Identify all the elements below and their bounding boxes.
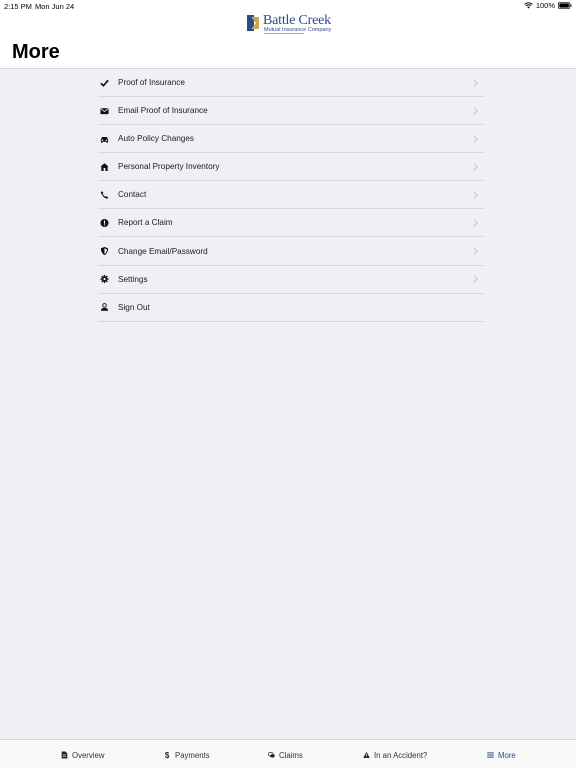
menu-item-label: Email Proof of Insurance [118, 106, 208, 116]
wifi-icon [524, 2, 533, 9]
menu-item-label: Report a Claim [118, 218, 173, 228]
status-time: 2:15 PM [4, 2, 32, 11]
more-menu-list: Proof of Insurance Email Proof of Insura… [98, 69, 484, 322]
brand-tagline-line [264, 33, 304, 34]
brand-subtitle: Mutual Insurance Company [264, 26, 332, 33]
menu-item-label: Proof of Insurance [118, 78, 185, 87]
menu-item-auto-policy-changes[interactable]: Auto Policy Changes [98, 125, 484, 154]
dollar-icon: $ [165, 751, 170, 759]
tab-label: In an Accident? [374, 750, 428, 760]
bottom-tab-bar: Overview $ Payments Claims In an Acciden… [0, 739, 576, 768]
chevron-right-icon [473, 219, 478, 227]
phone-icon [100, 190, 109, 199]
menu-item-contact[interactable]: Contact [98, 181, 484, 210]
tab-label: More [498, 750, 516, 760]
menu-item-label: Settings [118, 274, 148, 284]
page-title: More [12, 41, 60, 63]
battery-percent: 100% [535, 1, 555, 10]
status-date: Mon Jun 24 [35, 2, 75, 11]
menu-item-label: Sign Out [118, 302, 150, 312]
brand-logo: Battle Creek Mutual Insurance Company [246, 13, 332, 36]
checkmark-icon [100, 78, 109, 87]
menu-lines-icon [487, 752, 494, 758]
chevron-right-icon [473, 106, 478, 115]
house-icon [100, 162, 109, 171]
menu-item-label: Change Email/Password [118, 246, 208, 256]
menu-item-label: Contact [118, 190, 147, 200]
document-icon [61, 751, 68, 759]
status-indicators: 100% [524, 1, 572, 10]
menu-item-label: Personal Property Inventory [118, 162, 220, 172]
tab-in-an-accident[interactable]: In an Accident? [363, 749, 427, 761]
chevron-right-icon [473, 247, 478, 255]
logo-mark-icon [247, 15, 259, 31]
menu-item-email-proof-of-insurance[interactable]: Email Proof of Insurance [98, 97, 484, 126]
tab-label: Payments [175, 750, 210, 760]
menu-item-sign-out[interactable]: Sign Out [98, 294, 484, 322]
shield-icon [100, 246, 109, 256]
menu-item-change-email-password[interactable]: Change Email/Password [98, 237, 484, 266]
chevron-right-icon [473, 275, 478, 283]
warning-icon [363, 751, 370, 759]
chevron-right-icon [473, 162, 478, 171]
menu-item-personal-property-inventory[interactable]: Personal Property Inventory [98, 153, 484, 182]
car-icon [100, 134, 109, 143]
gear-icon [100, 275, 109, 284]
chevron-right-icon [473, 190, 478, 199]
status-bar: 2:15 PM Mon Jun 24 100% [0, 0, 576, 12]
tab-label: Claims [279, 750, 303, 760]
svg-text:$: $ [165, 751, 170, 759]
menu-item-settings[interactable]: Settings [98, 266, 484, 294]
battery-icon [558, 2, 572, 9]
menu-item-report-a-claim[interactable]: Report a Claim [98, 209, 484, 238]
alert-circle-icon [100, 218, 109, 227]
tab-label: Overview [72, 750, 105, 760]
menu-item-label: Auto Policy Changes [118, 134, 195, 144]
user-icon [100, 303, 109, 312]
tab-overview[interactable]: Overview [61, 749, 105, 761]
chevron-right-icon [473, 78, 478, 87]
chat-bubbles-icon [268, 752, 275, 758]
tab-payments[interactable]: $ Payments [164, 749, 210, 761]
app-header: 2:15 PM Mon Jun 24 100% Battle Creek Mut… [0, 0, 576, 69]
menu-item-proof-of-insurance[interactable]: Proof of Insurance [98, 69, 484, 97]
envelope-icon [100, 106, 109, 115]
tab-more[interactable]: More [487, 749, 516, 761]
chevron-right-icon [473, 134, 478, 143]
tab-claims[interactable]: Claims [268, 749, 303, 761]
